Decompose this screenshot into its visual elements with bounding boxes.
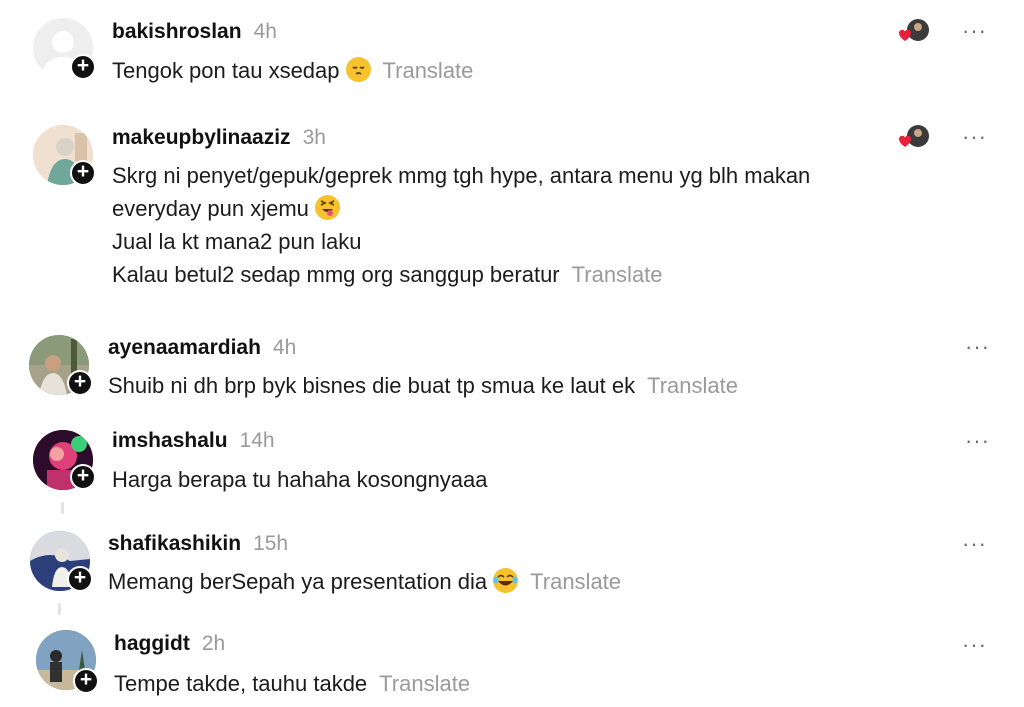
more-options-icon[interactable]: ··· (962, 533, 987, 555)
more-options-icon[interactable]: ··· (965, 430, 990, 452)
follow-button[interactable]: + (70, 54, 96, 80)
comment-line: Jual la kt mana2 pun laku (112, 229, 362, 254)
timestamp: 15h (253, 532, 289, 555)
username[interactable]: ayenaamardiah (108, 336, 261, 359)
translate-link[interactable]: Translate (647, 373, 738, 398)
username[interactable]: haggidt (114, 632, 190, 655)
comment-header: imshashalu 14h (112, 429, 275, 453)
comment-text: Shuib ni dh brp byk bisnes die buat tp s… (108, 369, 738, 402)
follow-button[interactable]: + (67, 370, 93, 396)
username[interactable]: imshashalu (112, 429, 228, 452)
follow-button[interactable]: + (70, 160, 96, 186)
follow-button[interactable]: + (70, 464, 96, 490)
comment-line: Skrg ni penyet/gepuk/geprek mmg tgh hype… (112, 163, 811, 188)
comment-header: haggidt 2h (114, 632, 225, 656)
more-options-icon[interactable]: ··· (962, 126, 987, 148)
username[interactable]: bakishroslan (112, 20, 242, 43)
comment-text: Tempe takde, tauhu takde Translate (114, 667, 470, 700)
more-options-icon[interactable]: ··· (962, 20, 987, 42)
comment-text: Skrg ni penyet/gepuk/geprek mmg tgh hype… (112, 159, 810, 291)
comment-header: bakishroslan 4h (112, 20, 277, 44)
timestamp: 3h (302, 126, 326, 149)
username[interactable]: makeupbylinaaziz (112, 126, 291, 149)
comment-line: Memang berSepah ya presentation dia (108, 569, 488, 594)
comment-item: + makeupbylinaaziz 3h Skrg ni penyet/gepu… (0, 100, 1024, 315)
translate-link[interactable]: Translate (572, 262, 663, 287)
author-liked-indicator (897, 18, 931, 44)
comment-item: + haggidt 2h Tempe takde, tauhu takde Tran… (0, 612, 1024, 707)
comment-item: + bakishroslan 4h Tengok pon tau xsedap Tr… (0, 0, 1024, 100)
comment-header: makeupbylinaaziz 3h (112, 126, 326, 150)
translate-link[interactable]: Translate (383, 58, 474, 83)
timestamp: 4h (272, 336, 297, 359)
comment-line: Shuib ni dh brp byk bisnes die buat tp s… (108, 373, 636, 398)
pensive-face-emoji-icon (345, 57, 371, 82)
timestamp: 4h (253, 20, 277, 43)
comment-line: Kalau betul2 sedap mmg org sanggup berat… (112, 262, 560, 287)
comment-line: Harga berapa tu hahaha kosongnyaaa (112, 467, 488, 492)
comment-text: Tengok pon tau xsedap Translate (112, 54, 473, 87)
comment-text: Harga berapa tu hahaha kosongnyaaa (112, 463, 488, 496)
comment-line: Tengok pon tau xsedap (112, 58, 340, 83)
comment-header: shafikashikin 15h (108, 532, 288, 556)
username[interactable]: shafikashikin (108, 532, 241, 555)
comment-line: Tempe takde, tauhu takde (114, 671, 368, 696)
comment-item: + shafikashikin 15h Memang berSepah ya pr… (0, 512, 1024, 615)
comment-text: Memang berSepah ya presentation dia Trans… (108, 565, 621, 598)
follow-button[interactable]: + (73, 668, 99, 694)
author-liked-indicator (897, 124, 931, 150)
comment-item: + ayenaamardiah 4h Shuib ni dh brp byk bi… (0, 315, 1024, 412)
comment-line: everyday pun xjemu (112, 196, 309, 221)
rolling-laughing-face-emoji-icon (493, 568, 519, 593)
more-options-icon[interactable]: ··· (965, 336, 990, 358)
timestamp: 2h (201, 632, 226, 655)
comment-header: ayenaamardiah 4h (108, 336, 296, 360)
follow-button[interactable]: + (67, 566, 93, 592)
translate-link[interactable]: Translate (379, 671, 470, 696)
more-options-icon[interactable]: ··· (962, 634, 987, 656)
translate-link[interactable]: Translate (530, 569, 621, 594)
face-savoring-food-emoji-icon (314, 195, 340, 220)
comment-item: + imshashalu 14h Harga berapa tu hahaha k… (0, 412, 1024, 514)
timestamp: 14h (239, 429, 275, 452)
